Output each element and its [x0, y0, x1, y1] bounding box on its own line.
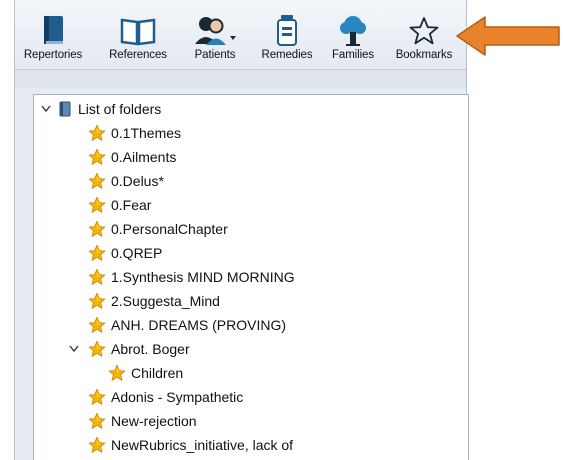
app-window: Repertories References Patients Remedies…	[14, 0, 469, 460]
star-icon	[88, 316, 106, 334]
tree-item[interactable]: 2.Suggesta_Mind	[88, 289, 220, 313]
tree-item[interactable]: 0.Ailments	[88, 145, 176, 169]
repertories-button[interactable]: Repertories	[21, 14, 85, 66]
tree-item[interactable]: 0.QREP	[88, 241, 162, 265]
chevron-down-icon[interactable]	[40, 103, 52, 115]
chevron-down-icon[interactable]	[68, 343, 80, 355]
star-icon	[88, 196, 106, 214]
tree-item[interactable]: Abrot. Boger	[69, 337, 190, 361]
references-button[interactable]: References	[103, 14, 173, 66]
toolbar: Repertories References Patients Remedies…	[15, 0, 466, 70]
star-icon	[88, 244, 106, 262]
star-icon	[88, 172, 106, 190]
folder-tree[interactable]: List of folders 0.1Themes 0.Ailments 0.Del…	[33, 94, 469, 460]
tree-item-label: 0.PersonalChapter	[111, 221, 228, 237]
tree-icon	[337, 14, 369, 46]
tree-item[interactable]: ANH. DREAMS (PROVING)	[88, 313, 286, 337]
tree-item[interactable]: New-rejection	[88, 409, 197, 433]
tree-item[interactable]: 0.Delus*	[88, 169, 164, 193]
tree-item[interactable]: 1.Synthesis MIND MORNING	[88, 265, 295, 289]
tree-item-label: NewRubrics_initiative, lack of	[111, 437, 294, 453]
patients-icon	[192, 14, 238, 46]
open-book-icon	[120, 14, 156, 46]
tree-item[interactable]: 0.Fear	[88, 193, 151, 217]
tree-item-label: Children	[131, 365, 184, 381]
star-icon	[88, 436, 106, 454]
families-label: Families	[331, 49, 374, 61]
bookmarks-label: Bookmarks	[395, 49, 453, 61]
book-icon	[40, 14, 66, 46]
star-icon	[88, 148, 106, 166]
tree-item-label: 1.Synthesis MIND MORNING	[111, 269, 295, 285]
tree-item-label: ANH. DREAMS (PROVING)	[111, 317, 287, 333]
patients-button[interactable]: Patients	[183, 14, 247, 66]
tree-item[interactable]: Children	[108, 361, 183, 385]
orange-arrow-annotation	[455, 14, 563, 63]
star-icon	[88, 412, 106, 430]
tree-item[interactable]: Adonis - Sympathetic	[88, 385, 243, 409]
star-icon	[88, 340, 106, 358]
remedies-button[interactable]: Remedies	[259, 14, 315, 66]
tree-item[interactable]: NewRubrics_initiative, lack of	[88, 433, 293, 457]
tree-root-label: List of folders	[78, 101, 162, 117]
star-icon	[88, 292, 106, 310]
star-icon	[88, 268, 106, 286]
star-icon	[88, 220, 106, 238]
star-icon	[88, 124, 106, 142]
star-icon	[88, 388, 106, 406]
references-label: References	[109, 49, 167, 61]
remedy-jar-icon	[276, 14, 298, 46]
families-button[interactable]: Families	[327, 14, 379, 66]
tree-item-label: 0.Delus*	[111, 173, 164, 189]
tree-item-label: 0.QREP	[111, 245, 163, 261]
tree-item[interactable]: 0.1Themes	[88, 121, 181, 145]
tree-item-label: 0.1Themes	[111, 125, 182, 141]
bookmarks-button[interactable]: Bookmarks	[389, 14, 459, 66]
tree-item-label: Adonis - Sympathetic	[111, 389, 244, 405]
patients-label: Patients	[194, 49, 236, 61]
tree-item-label: 0.Ailments	[111, 149, 177, 165]
star-icon	[108, 364, 126, 382]
toolbar-separator	[15, 70, 466, 88]
tree-root[interactable]: List of folders	[40, 97, 161, 121]
tree-item-label: 0.Fear	[111, 197, 152, 213]
remedies-label: Remedies	[261, 49, 313, 61]
tree-item[interactable]: 0.PersonalChapter	[88, 217, 228, 241]
repertories-label: Repertories	[23, 49, 83, 61]
tree-item-label: 2.Suggesta_Mind	[111, 293, 220, 309]
book-folder-icon	[58, 101, 72, 117]
tree-item-label: New-rejection	[111, 413, 197, 429]
star-outline-icon	[409, 14, 439, 46]
tree-item-label: Abrot. Boger	[111, 341, 190, 357]
